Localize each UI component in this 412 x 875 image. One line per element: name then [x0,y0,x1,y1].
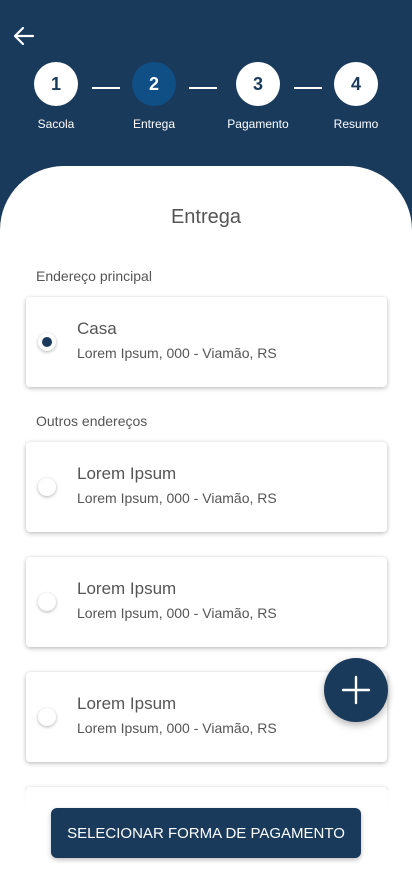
address-radio[interactable] [38,593,56,611]
step-number: 1 [34,62,78,106]
step-entrega[interactable]: 2 Entrega [114,62,194,131]
address-radio[interactable] [38,333,56,351]
address-name: Lorem Ipsum [77,579,177,598]
address-line: Lorem Ipsum, 000 - Viamão, RS [77,605,277,621]
address-name: Casa [77,319,117,338]
other-section-label: Outros endereços [36,413,148,429]
step-number: 2 [132,62,176,106]
address-card[interactable]: Lorem Ipsum Lorem Ipsum, 000 - Viamão, R… [26,442,387,532]
address-radio[interactable] [38,478,56,496]
step-label: Entrega [132,117,176,131]
checkout-stepper: 1 Sacola 2 Entrega 3 Pagamento 4 Resumo [0,62,412,134]
address-line: Lorem Ipsum, 000 - Viamão, RS [77,720,277,736]
content-sheet: Entrega Endereço principal Casa Lorem Ip… [0,166,412,875]
step-label: Resumo [333,117,379,131]
radio-selected-dot [42,337,52,347]
step-label: Pagamento [227,117,289,131]
add-address-button[interactable] [324,658,388,722]
address-line: Lorem Ipsum, 000 - Viamão, RS [77,345,277,361]
select-payment-button[interactable]: SELECIONAR FORMA DE PAGAMENTO [51,808,361,858]
address-card[interactable]: Lorem Ipsum Lorem Ipsum, 000 - Viamão, R… [26,557,387,647]
plus-icon [341,675,371,705]
arrow-left-icon [13,26,35,46]
address-line: Lorem Ipsum, 000 - Viamão, RS [77,490,277,506]
back-button[interactable] [10,22,38,50]
address-name: Lorem Ipsum [77,464,177,483]
primary-section-label: Endereço principal [36,268,152,284]
step-number: 4 [334,62,378,106]
step-sacola[interactable]: 1 Sacola [16,62,96,131]
step-pagamento[interactable]: 3 Pagamento [218,62,298,131]
step-number: 3 [236,62,280,106]
address-radio[interactable] [38,708,56,726]
page-title: Entrega [170,206,242,228]
step-resumo[interactable]: 4 Resumo [316,62,396,131]
address-card-primary[interactable]: Casa Lorem Ipsum, 000 - Viamão, RS [26,297,387,387]
step-label: Sacola [37,117,75,131]
address-name: Lorem Ipsum [77,694,177,713]
